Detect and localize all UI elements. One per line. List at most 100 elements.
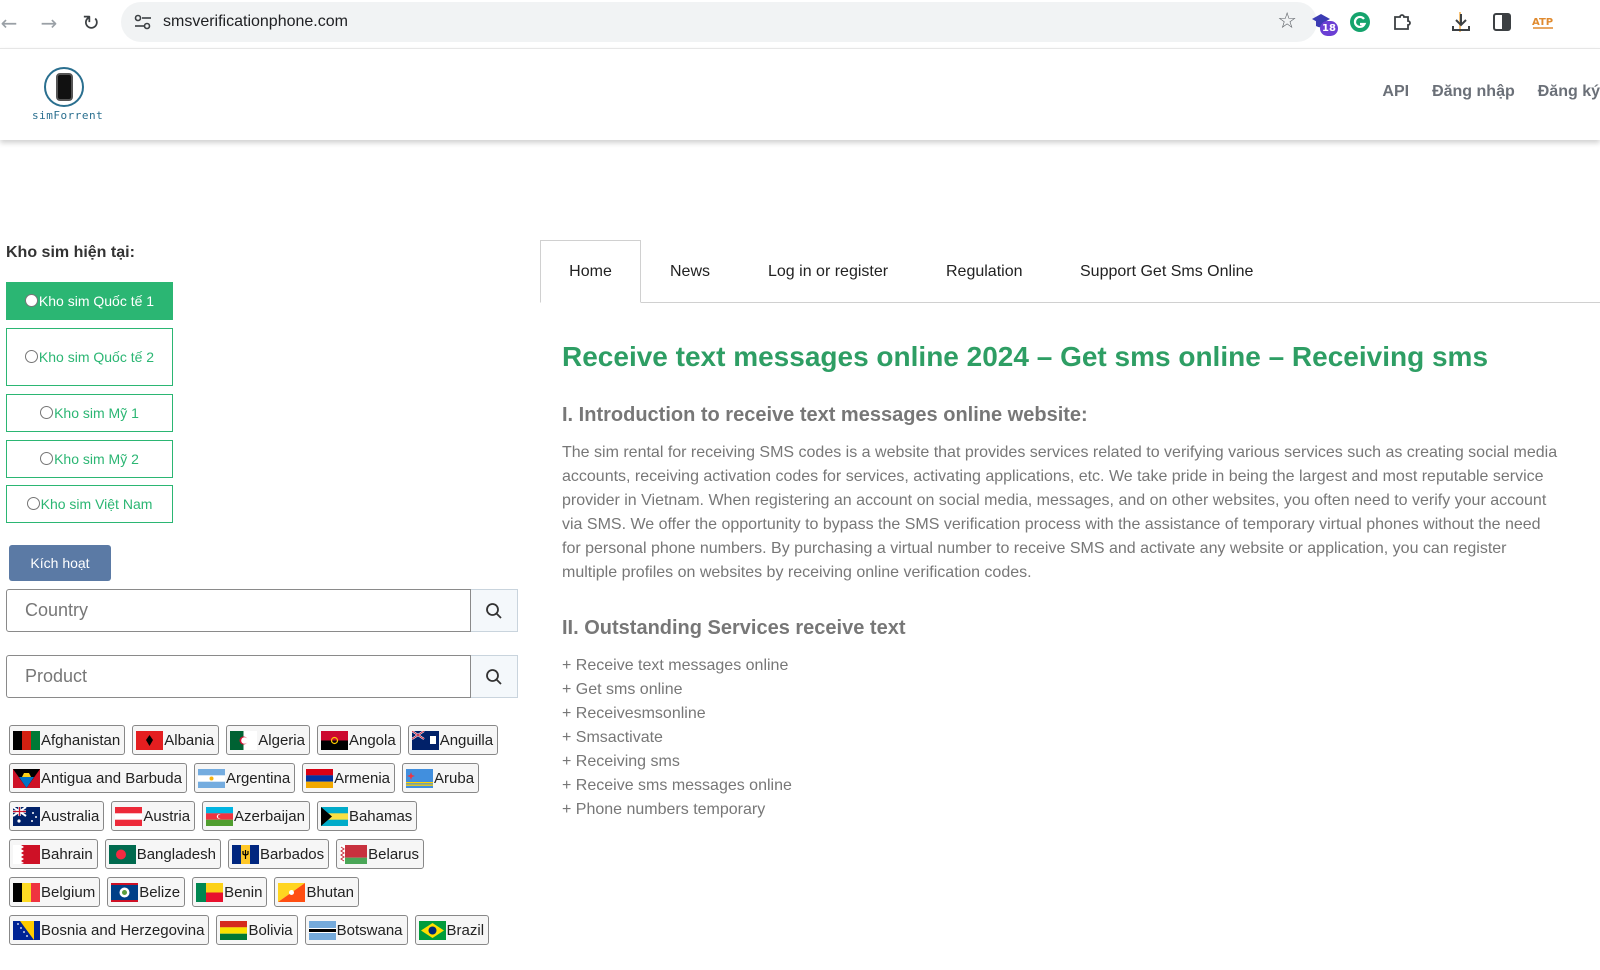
country-button-australia[interactable]: Australia	[9, 801, 105, 831]
stock-option-vietnam[interactable]: Kho sim Việt Nam	[6, 485, 173, 523]
browser-toolbar: ← → ↻ smsverificationphone.com ☆ 18 ATP	[0, 0, 1600, 46]
radio-button[interactable]	[26, 496, 40, 510]
country-label: Bahrain	[41, 845, 93, 863]
stock-option-us-2[interactable]: Kho sim Mỹ 2	[6, 440, 173, 478]
tab-news[interactable]: News	[670, 240, 710, 303]
forward-arrow-icon[interactable]: →	[34, 8, 64, 38]
radio-button[interactable]	[24, 293, 38, 307]
activate-button[interactable]: Kích hoạt	[9, 545, 111, 581]
country-label: Austria	[143, 807, 191, 825]
site-header: simForrent API Đăng nhập Đăng ký	[0, 48, 1600, 140]
country-button-anguilla[interactable]: Anguilla	[407, 725, 499, 755]
list-item: + Receive sms messages online	[562, 777, 792, 794]
site-settings-icon[interactable]	[133, 13, 153, 31]
country-button-bangladesh[interactable]: Bangladesh	[104, 839, 221, 869]
download-icon[interactable]	[1448, 9, 1474, 35]
country-button-botswana[interactable]: Botswana	[304, 915, 408, 945]
country-button-belarus[interactable]: Belarus	[336, 839, 425, 869]
country-button-belgium[interactable]: Belgium	[9, 877, 101, 907]
country-label: Aruba	[434, 769, 475, 787]
country-button-barbados[interactable]: Barbados	[227, 839, 330, 869]
country-button-afghanistan[interactable]: Afghanistan	[9, 725, 126, 755]
country-label: Afghanistan	[41, 731, 121, 749]
side-panel-icon[interactable]	[1489, 9, 1515, 35]
country-input[interactable]	[6, 589, 471, 632]
country-button-armenia[interactable]: Armenia	[302, 763, 396, 793]
site-logo[interactable]: simForrent	[32, 67, 104, 123]
url-text[interactable]: smsverificationphone.com	[163, 13, 348, 31]
country-label: Barbados	[259, 845, 325, 863]
tab-support[interactable]: Support Get Sms Online	[1080, 240, 1253, 303]
country-button-bhutan[interactable]: Bhutan	[274, 877, 359, 907]
bookmark-star-icon[interactable]: ☆	[1277, 9, 1297, 34]
stock-option-intl-2[interactable]: Kho sim Quốc tế 2	[6, 328, 173, 386]
country-button-argentina[interactable]: Argentina	[193, 763, 296, 793]
country-label: Argentina	[225, 769, 291, 787]
country-label: Belgium	[41, 883, 96, 901]
barbados-flag-icon	[231, 844, 259, 864]
country-button-albania[interactable]: Albania	[132, 725, 220, 755]
country-button-bahrain[interactable]: Bahrain	[9, 839, 98, 869]
atp-extension-icon[interactable]: ATP	[1530, 9, 1556, 35]
nav-login-link[interactable]: Đăng nhập	[1432, 83, 1515, 101]
product-search	[6, 655, 518, 698]
stock-label: Kho sim Mỹ 1	[54, 404, 139, 421]
country-search-button[interactable]	[471, 589, 518, 632]
list-item: + Receivesmsonline	[562, 705, 706, 722]
stock-label: Kho sim Mỹ 2	[54, 450, 139, 467]
country-button-angola[interactable]: Angola	[316, 725, 401, 755]
extensions-puzzle-icon[interactable]	[1389, 9, 1415, 35]
angola-flag-icon	[320, 730, 348, 750]
bangladesh-flag-icon	[108, 844, 136, 864]
argentina-flag-icon	[197, 768, 225, 788]
list-item: + Get sms online	[562, 681, 683, 698]
albania-flag-icon	[136, 730, 164, 750]
country-button-brazil[interactable]: Brazil	[414, 915, 490, 945]
reload-icon[interactable]: ↻	[76, 8, 106, 38]
main-tabs: Home News Log in or register Regulation …	[540, 240, 1600, 303]
nav-register-link[interactable]: Đăng ký	[1538, 83, 1600, 101]
country-row: Bahrain Bangladesh Barbados Belarus	[9, 839, 431, 869]
product-input[interactable]	[6, 655, 471, 698]
country-button-austria[interactable]: Austria	[111, 801, 196, 831]
country-button-algeria[interactable]: Algeria	[226, 725, 310, 755]
grammarly-icon[interactable]	[1347, 9, 1373, 35]
country-button-bolivia[interactable]: Bolivia	[216, 915, 298, 945]
address-bar[interactable]: smsverificationphone.com ☆	[121, 2, 1317, 42]
extension-icon[interactable]: 18	[1308, 9, 1338, 36]
bolivia-flag-icon	[220, 920, 248, 940]
tab-login-register[interactable]: Log in or register	[768, 240, 888, 303]
belize-flag-icon	[111, 882, 139, 902]
country-label: Bolivia	[248, 921, 293, 939]
product-search-button[interactable]	[471, 655, 518, 698]
country-label: Belarus	[368, 845, 420, 863]
country-button-benin[interactable]: Benin	[192, 877, 268, 907]
country-row: Afghanistan Albania Algeria Angola Angui…	[9, 725, 505, 755]
radio-button[interactable]	[40, 405, 54, 419]
tab-home[interactable]: Home	[540, 240, 641, 303]
tab-regulation[interactable]: Regulation	[946, 240, 1023, 303]
country-button-bosnia-and-herzegovina[interactable]: Bosnia and Herzegovina	[9, 915, 210, 945]
services-list: + Receive text messages online + Get sms…	[562, 654, 792, 822]
afghanistan-flag-icon	[13, 730, 40, 750]
country-button-bahamas[interactable]: Bahamas	[316, 801, 418, 831]
list-item: + Receive text messages online	[562, 657, 789, 674]
country-button-azerbaijan[interactable]: Azerbaijan	[202, 801, 310, 831]
top-nav: API Đăng nhập Đăng ký	[1359, 83, 1600, 101]
back-arrow-icon[interactable]: ←	[0, 8, 24, 38]
logo-text: simForrent	[32, 109, 104, 122]
bhutan-flag-icon	[278, 882, 306, 902]
azerbaijan-flag-icon	[206, 806, 234, 826]
belarus-flag-icon	[340, 844, 368, 864]
antigua-and-barbuda-flag-icon	[13, 768, 40, 788]
phone-logo-icon	[44, 67, 84, 107]
radio-button[interactable]	[24, 349, 38, 363]
country-button-antigua-and-barbuda[interactable]: Antigua and Barbuda	[9, 763, 187, 793]
country-button-belize[interactable]: Belize	[107, 877, 186, 907]
country-button-aruba[interactable]: Aruba	[402, 763, 480, 793]
stock-option-intl-1[interactable]: Kho sim Quốc tế 1	[6, 282, 173, 320]
stock-option-us-1[interactable]: Kho sim Mỹ 1	[6, 394, 173, 432]
radio-button[interactable]	[40, 451, 54, 465]
list-item: + Smsactivate	[562, 729, 663, 746]
nav-api-link[interactable]: API	[1382, 83, 1409, 101]
